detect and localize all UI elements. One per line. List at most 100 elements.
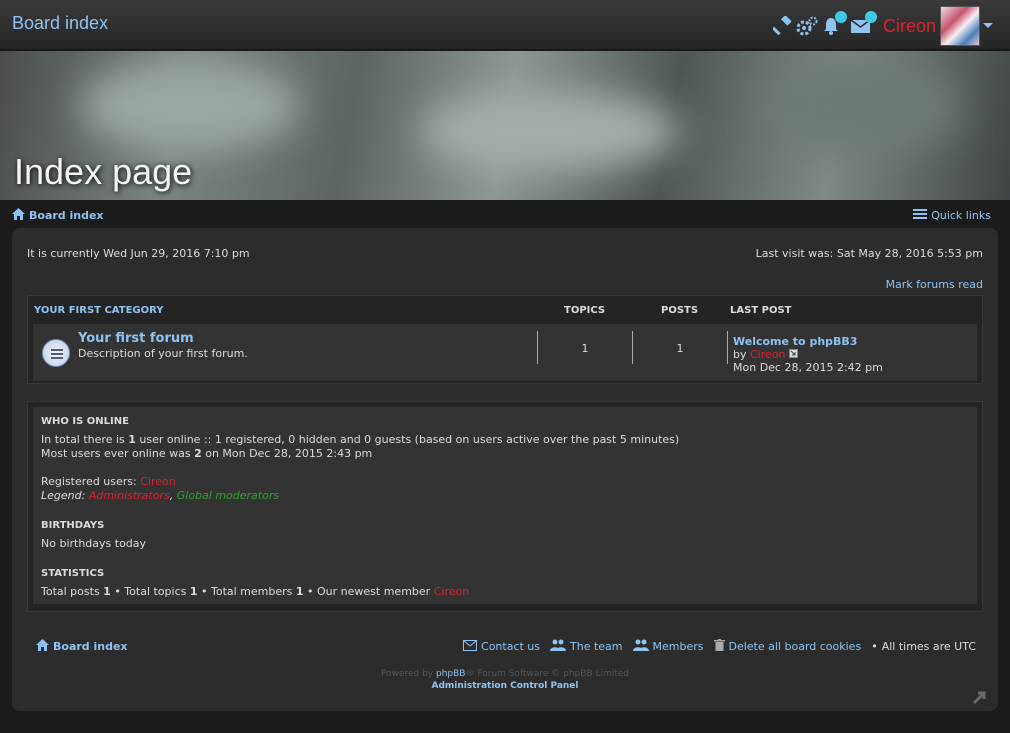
quick-links[interactable]: Quick links — [913, 208, 991, 223]
last-visit: Last visit was: Sat May 28, 2016 5:53 pm — [755, 247, 983, 260]
legend-global-moderators-link[interactable]: Global moderators — [177, 489, 279, 502]
banner-decoration — [80, 61, 300, 151]
members-link[interactable]: Members — [653, 640, 704, 653]
page-title: Index page — [14, 151, 193, 192]
powered-by: Powered by phpBB® Forum Software © phpBB… — [12, 669, 998, 679]
record-count: 2 — [194, 447, 202, 460]
breadcrumb-bar: Board index Quick links — [0, 204, 1010, 226]
total-posts: 1 — [103, 585, 111, 598]
cogs-icon[interactable] — [795, 14, 819, 38]
legend-label: Legend: — [41, 489, 89, 502]
footer-breadcrumb: Board index — [36, 639, 128, 654]
online-count: 1 — [128, 433, 136, 446]
breadcrumb-board-index[interactable]: Board index — [29, 209, 104, 222]
top-navbar: Board index Cireon — [0, 0, 1010, 50]
last-post-time: Mon Dec 28, 2015 2:42 pm — [733, 361, 883, 374]
statistics-heading: Statistics — [41, 568, 105, 579]
by-label: by — [733, 348, 747, 361]
notification-badge — [834, 11, 847, 23]
view-latest-post-icon[interactable] — [789, 348, 798, 361]
last-post-title-link[interactable]: Welcome to phpBB3 — [733, 335, 857, 348]
category-header: Your first category Topics Posts Last po… — [28, 296, 982, 324]
trash-icon — [713, 639, 725, 654]
stats-box: Who is online In total there is 1 user o… — [27, 401, 983, 612]
col-posts: Posts — [661, 305, 699, 316]
total-topics: 1 — [189, 585, 198, 598]
text: ® Forum Software © phpBB Limited — [465, 669, 630, 679]
gavel-icon[interactable] — [771, 14, 795, 38]
header-banner: Index page — [0, 51, 1010, 200]
text: • Total topics — [110, 585, 190, 598]
text: , — [169, 489, 177, 502]
avatar[interactable] — [940, 6, 980, 46]
online-total: In total there is 1 user online :: 1 reg… — [41, 433, 969, 447]
forum-posts-count: 1 — [676, 342, 684, 355]
last-post-author: by Cireon — [733, 348, 798, 361]
back-to-top-icon[interactable] — [970, 689, 990, 709]
acp-line: Administration Control Panel — [12, 681, 998, 691]
forum-title-link[interactable]: Your first forum — [78, 331, 194, 346]
last-post-user-link[interactable]: Cireon — [750, 348, 786, 361]
timezone-text: All times are UTC — [881, 640, 976, 653]
main-panel: It is currently Wed Jun 29, 2016 7:10 pm… — [12, 228, 998, 711]
top-icons: Cireon — [771, 6, 996, 46]
newest-member-link[interactable]: Cireon — [434, 585, 470, 598]
menu-icon — [913, 208, 928, 223]
text: Registered users: — [41, 475, 141, 488]
forum-description: Description of your first forum. — [78, 347, 248, 360]
column-divider — [727, 331, 728, 364]
text: • Total members — [197, 585, 296, 598]
legend-administrators-link[interactable]: Administrators — [89, 489, 170, 502]
col-last-post: Last post — [730, 305, 792, 316]
contact-us-link[interactable]: Contact us — [481, 640, 540, 653]
online-record: Most users ever online was 2 on Mon Dec … — [41, 447, 969, 461]
banner-decoration — [760, 56, 960, 156]
footer-navbar: Board index Contact us The team Members … — [34, 637, 976, 657]
stats-inner: Who is online In total there is 1 user o… — [33, 407, 977, 604]
chevron-down-icon[interactable] — [980, 14, 996, 38]
text: Most users ever online was — [41, 447, 195, 460]
text: In total there is — [41, 433, 129, 446]
text: Powered by — [380, 669, 436, 679]
forum-read-icon — [42, 339, 70, 367]
team-icon — [550, 639, 567, 654]
delete-cookies-link[interactable]: Delete all board cookies — [729, 640, 862, 653]
who-is-online-heading[interactable]: Who is online — [41, 415, 969, 429]
bell-icon[interactable] — [819, 11, 847, 38]
brand-board-index-link[interactable]: Board index — [12, 13, 108, 34]
forum-row: Your first forum Description of your fir… — [33, 324, 977, 381]
total-members: 1 — [295, 585, 304, 598]
statistics-line: Total posts 1 • Total topics 1 • Total m… — [41, 585, 969, 599]
the-team-link[interactable]: The team — [570, 640, 623, 653]
bullet-separator: • — [871, 640, 878, 653]
footer-board-index-link[interactable]: Board index — [53, 640, 128, 653]
text: user online :: 1 registered, 0 hidden an… — [135, 433, 680, 446]
birthdays-heading: Birthdays — [41, 520, 105, 531]
home-icon — [36, 639, 49, 654]
mark-forums-read-link[interactable]: Mark forums read — [886, 278, 983, 291]
registered-user-link[interactable]: Cireon — [140, 475, 176, 488]
col-topics: Topics — [564, 305, 606, 316]
birthdays-text: No birthdays today — [41, 537, 147, 550]
banner-decoration — [420, 91, 680, 171]
category-box: Your first category Topics Posts Last po… — [27, 295, 983, 384]
phpbb-link[interactable]: phpBB — [436, 669, 465, 679]
category-name-link[interactable]: Your first category — [34, 305, 164, 316]
home-icon — [12, 208, 25, 223]
text: • Our newest member — [303, 585, 434, 598]
current-time: It is currently Wed Jun 29, 2016 7:10 pm — [27, 247, 250, 260]
acp-link[interactable]: Administration Control Panel — [431, 681, 578, 691]
breadcrumb: Board index — [12, 208, 104, 223]
message-badge — [864, 11, 877, 23]
registered-users: Registered users: Cireon — [41, 475, 969, 489]
members-icon — [632, 639, 649, 654]
legend: Legend: Administrators, Global moderator… — [41, 489, 969, 503]
forum-topics-count: 1 — [581, 342, 589, 355]
username-link[interactable]: Cireon — [883, 16, 936, 37]
envelope-icon[interactable] — [849, 11, 877, 38]
quick-links-link[interactable]: Quick links — [931, 209, 991, 222]
footer-links: Contact us The team Members Delete all b… — [463, 639, 976, 654]
text: Total posts — [41, 585, 104, 598]
envelope-icon — [463, 639, 478, 654]
text: on Mon Dec 28, 2015 2:43 pm — [201, 447, 373, 460]
